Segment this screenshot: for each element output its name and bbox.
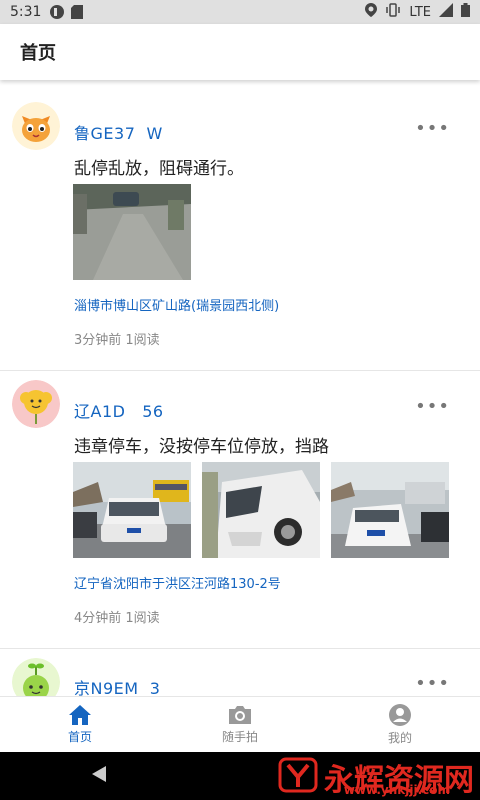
signal-icon	[439, 3, 453, 21]
camera-icon	[229, 706, 251, 724]
nav-camera-label: 随手拍	[221, 730, 258, 744]
page-title: 首页	[20, 43, 56, 64]
back-icon[interactable]	[90, 765, 108, 787]
nav-home-label: 首页	[67, 730, 92, 744]
account-icon	[389, 704, 411, 726]
app-notification-icon	[49, 4, 65, 20]
location-link[interactable]: 辽宁省沈阳市于洪区汪河路130-2号	[74, 573, 281, 592]
home-icon	[69, 705, 91, 725]
watermark-logo-icon	[278, 755, 318, 799]
post-card[interactable]: 京N9EM 3 •••	[0, 649, 480, 696]
more-options-icon[interactable]: •••	[415, 673, 450, 694]
watermark-url: www.yhkjjj.com	[343, 783, 450, 797]
more-options-icon[interactable]: •••	[415, 396, 450, 417]
network-label: LTE	[409, 4, 431, 20]
nav-camera[interactable]: 随手拍	[160, 697, 320, 752]
location-link[interactable]: 淄博市博山区矿山路(瑞景园西北侧)	[74, 295, 279, 314]
bottom-navigation: 首页 随手拍 我的	[0, 696, 480, 752]
post-card[interactable]: 鲁GE37 W ••• 乱停乱放，阻碍通行。 淄博市博山区矿山路(瑞景园西北侧)…	[0, 80, 480, 371]
location-icon	[365, 3, 378, 21]
post-feed[interactable]: 鲁GE37 W ••• 乱停乱放，阻碍通行。 淄博市博山区矿山路(瑞景园西北侧)…	[0, 80, 480, 696]
green-sprout-icon[interactable]	[12, 658, 60, 696]
post-meta: 3分钟前 1阅读	[74, 333, 160, 348]
battery-icon	[461, 3, 470, 21]
post-card[interactable]: 辽A1D 56 ••• 违章停车，没按停车位停放，挡路 辽宁省沈阳市于洪区汪河路…	[0, 371, 480, 649]
plate-number: 京N9EM 3	[74, 679, 161, 696]
sd-card-icon	[71, 5, 84, 19]
nav-home[interactable]: 首页	[0, 697, 160, 752]
nav-profile[interactable]: 我的	[320, 697, 480, 752]
status-time: 5:31	[10, 4, 42, 20]
app-bar: 首页	[0, 24, 480, 80]
plate-number: 鲁GE37 W	[74, 124, 163, 143]
post-photo[interactable]	[73, 184, 191, 280]
plate-number: 辽A1D 56	[74, 402, 164, 421]
more-options-icon[interactable]: •••	[415, 118, 450, 139]
status-bar: 5:31 LTE	[0, 0, 480, 24]
orange-cat-icon[interactable]	[12, 102, 60, 150]
post-photo[interactable]	[73, 462, 191, 558]
vibrate-icon	[385, 3, 401, 21]
post-photo[interactable]	[202, 462, 320, 558]
post-photo[interactable]	[331, 462, 449, 558]
nav-profile-label: 我的	[387, 731, 412, 745]
post-meta: 4分钟前 1阅读	[74, 611, 160, 626]
post-description: 违章停车，没按停车位停放，挡路	[74, 437, 329, 457]
yellow-flower-icon[interactable]	[12, 380, 60, 428]
post-description: 乱停乱放，阻碍通行。	[74, 159, 244, 179]
watermark: 永辉资源网 www.yhkjjj.com	[278, 755, 474, 799]
